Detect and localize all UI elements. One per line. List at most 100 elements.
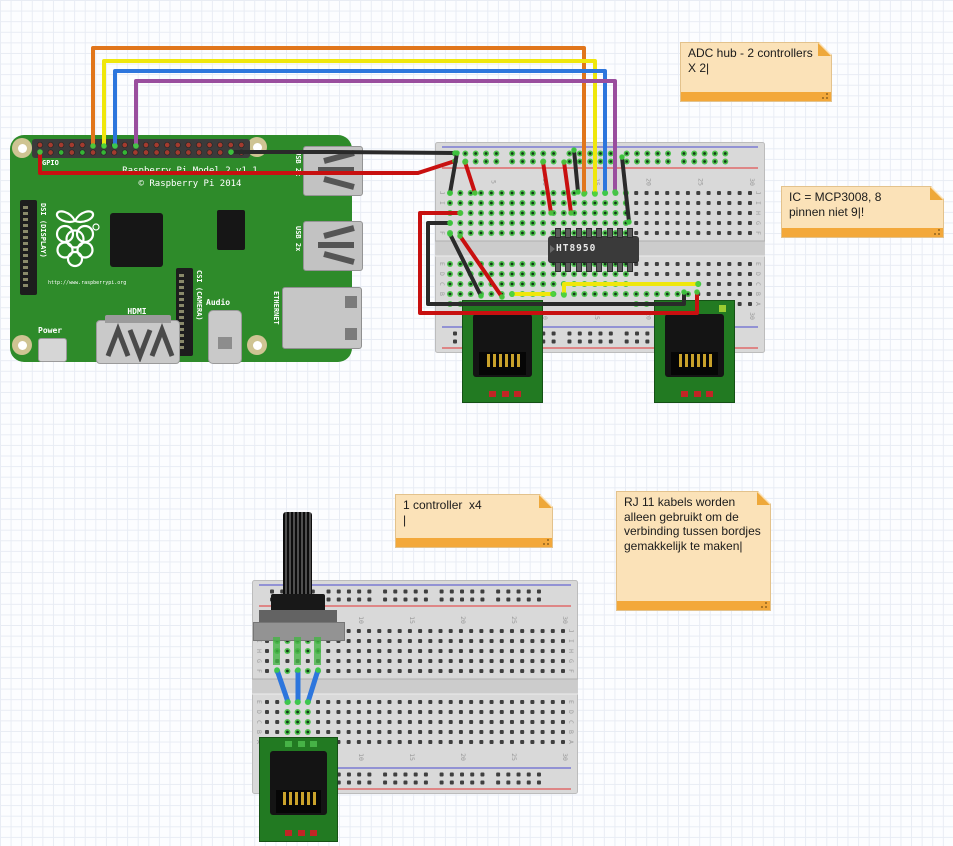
gpio-pin[interactable] xyxy=(207,150,212,155)
breadboard-hole xyxy=(357,781,361,785)
gpio-pin[interactable] xyxy=(196,142,201,147)
row-letter: J xyxy=(754,191,762,195)
breadboard-hole xyxy=(387,730,391,734)
note-resize-handle[interactable] xyxy=(547,543,549,545)
breadboard-hole xyxy=(490,720,494,724)
note-resize-handle[interactable] xyxy=(826,97,828,99)
sticky-note-adc-hub[interactable]: ADC hub - 2 controllers X 2| xyxy=(680,42,832,102)
note-drag-bar[interactable] xyxy=(396,538,552,547)
rj11-gold-pin xyxy=(517,354,520,367)
note-text[interactable]: RJ 11 kabels worden alleen gebruikt om d… xyxy=(617,492,768,600)
gpio-pin[interactable] xyxy=(80,142,85,147)
gpio-pin[interactable] xyxy=(37,142,42,147)
breadboard-hole xyxy=(530,639,534,643)
fritzing-canvas: GPIO Raspberry Pi Model 2 v1.1 © Raspber… xyxy=(0,0,953,846)
note-drag-bar[interactable] xyxy=(782,228,943,237)
note-text[interactable]: IC = MCP3008, 8 pinnen niet 9|! xyxy=(782,187,941,227)
gpio-pin[interactable] xyxy=(133,150,138,155)
potentiometer-shaft[interactable] xyxy=(283,512,312,604)
gpio-pin[interactable] xyxy=(228,150,233,155)
note-drag-bar[interactable] xyxy=(681,92,831,101)
note-resize-handle[interactable] xyxy=(938,233,940,235)
rj11-breakout-3[interactable] xyxy=(259,737,338,842)
rj11-header-pin xyxy=(285,741,292,747)
note-drag-bar[interactable] xyxy=(617,601,770,610)
gpio-pin[interactable] xyxy=(69,150,74,155)
sticky-note-controller[interactable]: 1 controller x4 | xyxy=(395,494,553,548)
breadboard-hole xyxy=(459,649,463,653)
breadboard-hole xyxy=(357,730,361,734)
gpio-pin[interactable] xyxy=(175,150,180,155)
gpio-pin[interactable] xyxy=(207,142,212,147)
sticky-note-ic[interactable]: IC = MCP3008, 8 pinnen niet 9|! xyxy=(781,186,944,238)
gpio-pin[interactable] xyxy=(59,150,64,155)
breadboard-hole xyxy=(520,659,524,663)
breadboard-hole xyxy=(655,262,659,266)
gpio-pin[interactable] xyxy=(228,142,233,147)
gpio-pin[interactable] xyxy=(122,150,127,155)
breadboard-hole xyxy=(530,649,534,653)
gpio-pin[interactable] xyxy=(69,142,74,147)
breadboard-hole xyxy=(479,740,483,744)
ic-mcp3008[interactable]: HT8950 xyxy=(548,236,639,262)
gpio-pin[interactable] xyxy=(196,150,201,155)
gpio-pin[interactable] xyxy=(48,150,53,155)
rj11-breakout-2[interactable] xyxy=(654,300,735,403)
row-letter: D xyxy=(255,710,263,714)
breadboard-hole xyxy=(738,211,742,215)
gpio-pin[interactable] xyxy=(154,150,159,155)
gpio-pin[interactable] xyxy=(218,150,223,155)
gpio-pin[interactable] xyxy=(239,142,244,147)
gpio-pin[interactable] xyxy=(186,142,191,147)
gpio-pin[interactable] xyxy=(90,142,95,147)
breadboard-hole xyxy=(275,720,279,724)
gpio-pin[interactable] xyxy=(218,142,223,147)
rj11-breakout-1[interactable] xyxy=(462,300,543,403)
rj11-gold-pin xyxy=(709,354,712,367)
breadboard-hole xyxy=(578,332,582,336)
gpio-pin[interactable] xyxy=(143,142,148,147)
gpio-pin[interactable] xyxy=(59,142,64,147)
note-text[interactable]: ADC hub - 2 controllers X 2| xyxy=(681,43,829,91)
breadboard-hole xyxy=(408,669,412,673)
breadboard-hole xyxy=(748,201,752,205)
gpio-pin[interactable] xyxy=(154,142,159,147)
breadboard-hole xyxy=(552,332,556,336)
gpio-pin[interactable] xyxy=(186,150,191,155)
breadboard-hole xyxy=(551,720,555,724)
note-text[interactable]: 1 controller x4 | xyxy=(396,495,550,537)
breadboard-hole xyxy=(387,669,391,673)
gpio-pin[interactable] xyxy=(133,142,138,147)
potentiometer[interactable] xyxy=(252,510,346,666)
rj11-solder-pad xyxy=(706,391,713,397)
breadboard-hole xyxy=(357,740,361,744)
breadboard-hole xyxy=(357,598,361,602)
gpio-pin[interactable] xyxy=(165,150,170,155)
sticky-note-rj11[interactable]: RJ 11 kabels worden alleen gebruikt om d… xyxy=(616,491,771,611)
breadboard-hole xyxy=(707,191,711,195)
raspberry-pi-board[interactable]: GPIO Raspberry Pi Model 2 v1.1 © Raspber… xyxy=(10,135,352,362)
gpio-pin[interactable] xyxy=(122,142,127,147)
breadboard-hole xyxy=(572,302,576,306)
gpio-pin[interactable] xyxy=(80,150,85,155)
breadboard-hole xyxy=(676,221,680,225)
breadboard-hole xyxy=(418,639,422,643)
breadboard-hole xyxy=(377,720,381,724)
gpio-pin[interactable] xyxy=(112,150,117,155)
breadboard-hole xyxy=(450,781,454,785)
gpio-pin[interactable] xyxy=(37,150,42,155)
breadboard-hole xyxy=(469,720,473,724)
note-resize-handle[interactable] xyxy=(765,606,767,608)
gpio-pin[interactable] xyxy=(165,142,170,147)
gpio-pin[interactable] xyxy=(112,142,117,147)
gpio-pin[interactable] xyxy=(239,150,244,155)
row-letter: J xyxy=(567,629,575,633)
gpio-pin[interactable] xyxy=(143,150,148,155)
gpio-pin[interactable] xyxy=(101,150,106,155)
gpio-header[interactable] xyxy=(32,139,250,158)
gpio-pin[interactable] xyxy=(175,142,180,147)
breadboard-hole xyxy=(393,773,397,777)
gpio-pin[interactable] xyxy=(101,142,106,147)
gpio-pin[interactable] xyxy=(90,150,95,155)
gpio-pin[interactable] xyxy=(48,142,53,147)
